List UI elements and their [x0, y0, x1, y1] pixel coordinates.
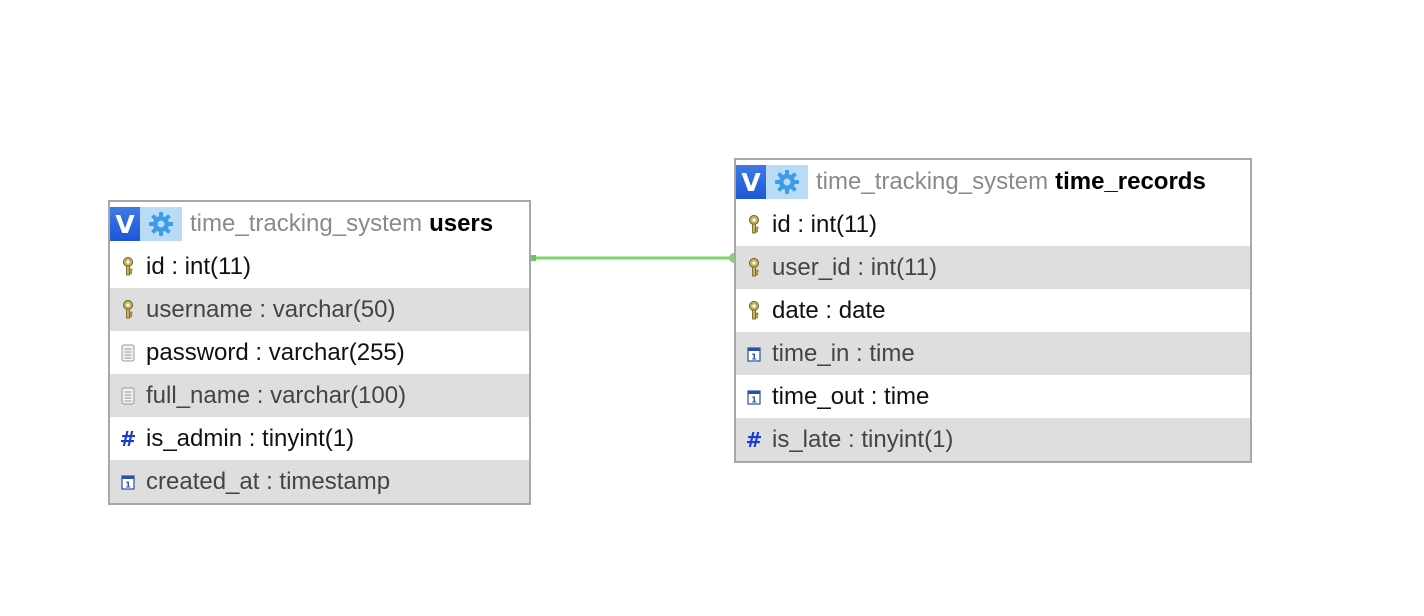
column-row[interactable]: 1 time_in : time — [736, 332, 1250, 375]
column-row[interactable]: id : int(11) — [736, 203, 1250, 246]
datetime-icon: 1 — [120, 471, 136, 493]
toggle-v-button[interactable]: V — [736, 165, 766, 199]
column-row[interactable]: user_id : int(11) — [736, 246, 1250, 289]
table-options-button[interactable] — [140, 207, 182, 241]
numeric-hash-icon: # — [119, 426, 137, 451]
column-row[interactable]: id : int(11) — [110, 245, 529, 288]
key-icon — [120, 299, 136, 321]
column-label: password : varchar(255) — [146, 338, 405, 366]
gear-icon — [775, 170, 799, 194]
column-row[interactable]: username : varchar(50) — [110, 288, 529, 331]
column-label: is_admin : tinyint(1) — [146, 424, 355, 452]
column-label: id : int(11) — [146, 252, 251, 280]
svg-text:1: 1 — [751, 352, 757, 361]
table-name: users — [429, 209, 494, 237]
key-icon — [120, 256, 136, 278]
key-icon — [746, 257, 762, 279]
column-row[interactable]: date : date — [736, 289, 1250, 332]
table-header[interactable]: V time_tracking_system time_records — [736, 160, 1250, 203]
column-row[interactable]: # is_admin : tinyint(1) — [110, 417, 529, 460]
database-name: time_tracking_system — [190, 209, 423, 237]
datetime-icon: 1 — [746, 343, 762, 365]
column-row[interactable]: password : varchar(255) — [110, 331, 529, 374]
column-row[interactable]: # is_late : tinyint(1) — [736, 418, 1250, 461]
column-label: full_name : varchar(100) — [146, 381, 407, 409]
table-users[interactable]: V time_tracking_system users id: int(11… — [108, 200, 531, 505]
table-name: time_records — [1055, 167, 1206, 195]
toggle-v-button[interactable]: V — [110, 207, 140, 241]
text-column-icon — [120, 385, 136, 407]
column-label: date : date — [772, 296, 886, 324]
column-row[interactable]: 1 created_at : timestamp — [110, 460, 529, 503]
gear-icon — [149, 212, 173, 236]
key-icon — [746, 300, 762, 322]
text-column-icon — [120, 342, 136, 364]
table-time-records[interactable]: V time_tracking_system time_records id:… — [734, 158, 1252, 463]
column-label: username : varchar(50) — [146, 295, 396, 323]
column-row[interactable]: 1 time_out : time — [736, 375, 1250, 418]
column-label: created_at : timestamp — [146, 467, 391, 495]
column-label: time_in : time — [772, 339, 915, 367]
column-row[interactable]: full_name : varchar(100) — [110, 374, 529, 417]
column-label: user_id : int(11) — [772, 253, 937, 281]
column-label: id : int(11) — [772, 210, 877, 238]
database-name: time_tracking_system — [816, 167, 1049, 195]
key-icon — [746, 214, 762, 236]
svg-text:1: 1 — [125, 480, 131, 489]
column-label: time_out : time — [772, 382, 930, 410]
table-header[interactable]: V time_tracking_system users — [110, 202, 529, 245]
column-label: is_late : tinyint(1) — [772, 425, 954, 453]
numeric-hash-icon: # — [745, 427, 763, 452]
datetime-icon: 1 — [746, 386, 762, 408]
table-options-button[interactable] — [766, 165, 808, 199]
svg-text:1: 1 — [751, 395, 757, 404]
